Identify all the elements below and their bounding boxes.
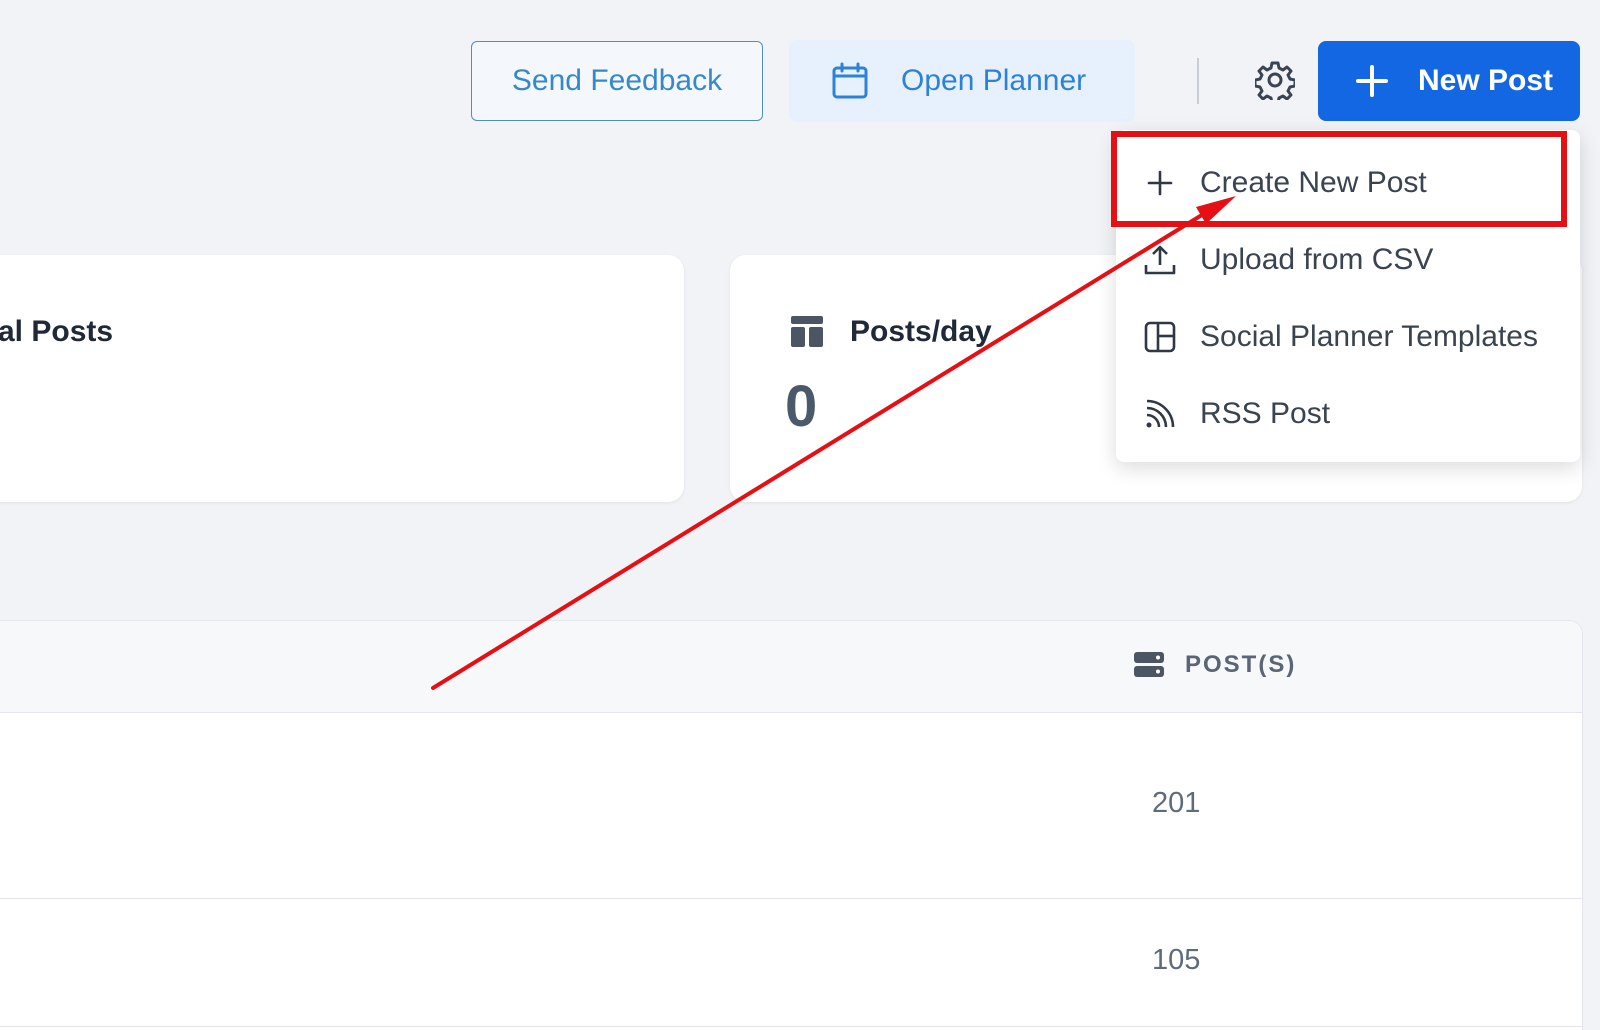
menu-item-label: Upload from CSV [1200, 243, 1434, 276]
plus-icon [1354, 63, 1390, 99]
table-row[interactable]: 201 [0, 713, 1582, 899]
settings-gear-icon[interactable] [1253, 58, 1297, 102]
menu-item-label: Create New Post [1200, 166, 1427, 199]
new-post-dropdown-menu: Create New Post Upload from CSV Social P… [1116, 130, 1580, 462]
table-row[interactable]: 105 [0, 899, 1582, 1027]
menu-item-rss-post[interactable]: RSS Post [1116, 379, 1580, 449]
new-post-label: New Post [1418, 64, 1554, 97]
open-planner-button[interactable]: Open Planner [789, 40, 1135, 122]
posts-table: POST(S) 201 105 [0, 620, 1583, 1030]
menu-item-label: Social Planner Templates [1200, 320, 1538, 353]
new-post-button[interactable]: New Post [1318, 41, 1580, 121]
upload-icon [1142, 242, 1178, 278]
posts-column-header[interactable]: POST(S) [1133, 651, 1296, 679]
posts-count-cell: 105 [1152, 944, 1201, 976]
total-posts-label: al Posts [0, 315, 114, 348]
layout-icon [790, 314, 824, 348]
menu-item-create-new-post[interactable]: Create New Post [1116, 148, 1580, 218]
template-icon [1142, 319, 1178, 355]
posts-column-label: POST(S) [1185, 651, 1297, 678]
posts-count-cell: 201 [1152, 787, 1201, 819]
send-feedback-label: Send Feedback [511, 64, 723, 97]
header-divider [1197, 58, 1199, 104]
page: Send Feedback Open Planner New Post al P… [0, 0, 1600, 1030]
menu-item-label: RSS Post [1200, 397, 1331, 430]
menu-item-upload-from-csv[interactable]: Upload from CSV [1116, 225, 1580, 295]
total-posts-card: al Posts 2 [0, 255, 684, 502]
menu-item-social-planner-templates[interactable]: Social Planner Templates [1116, 302, 1580, 372]
send-feedback-button[interactable]: Send Feedback [471, 41, 763, 121]
calendar-icon [829, 60, 871, 102]
posts-per-day-label: Posts/day [850, 315, 992, 348]
server-icon [1133, 651, 1165, 679]
open-planner-label: Open Planner [901, 64, 1087, 97]
posts-per-day-value: 0 [785, 374, 818, 439]
rss-icon [1142, 396, 1178, 432]
table-header: POST(S) [0, 621, 1582, 713]
plus-icon [1142, 165, 1178, 201]
